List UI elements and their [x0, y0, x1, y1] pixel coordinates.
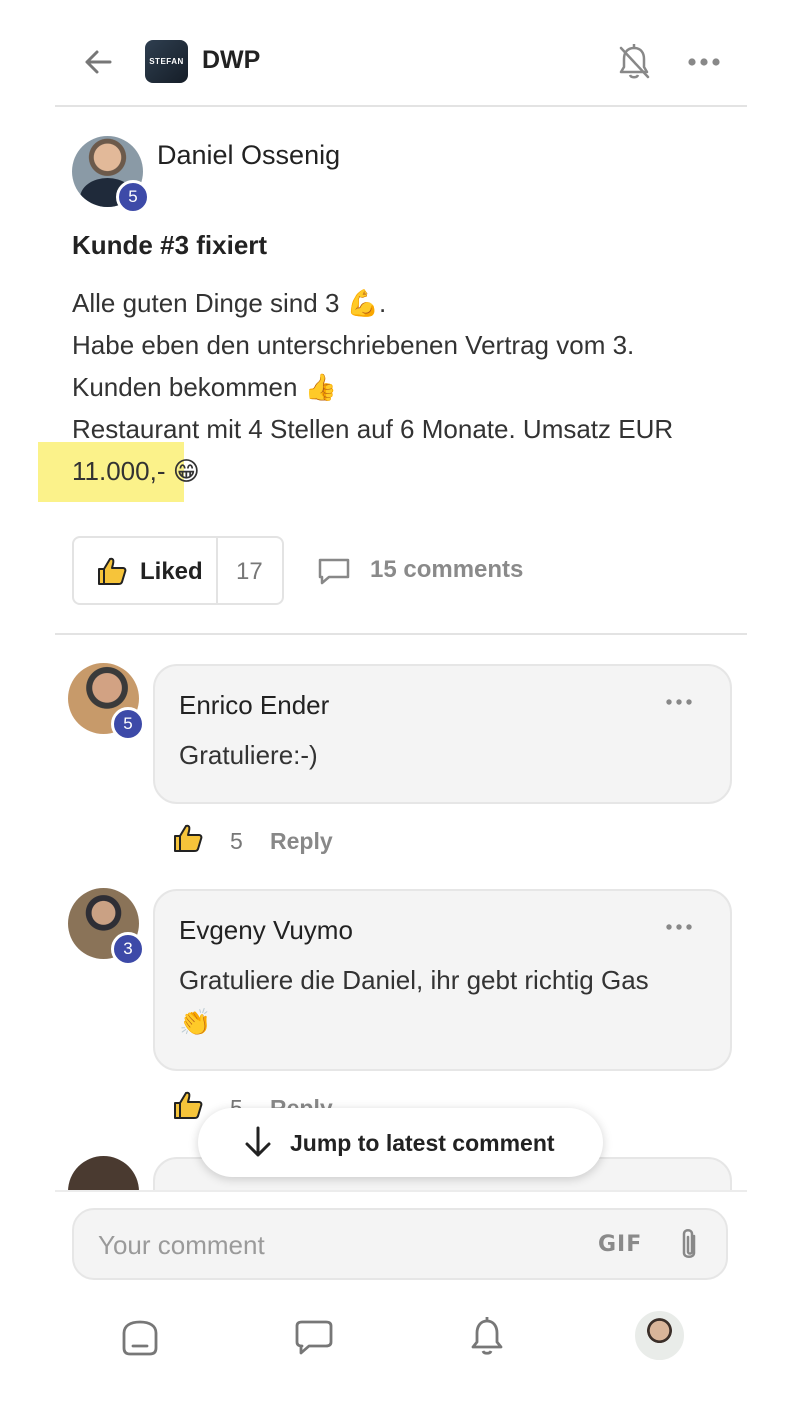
author-name[interactable]: Daniel Ossenig [157, 140, 340, 171]
post-body-line: Restaurant mit 4 Stellen auf 6 Monate. U… [72, 414, 674, 444]
gif-button[interactable]: GIF [598, 1232, 642, 1257]
commenter-level-badge: 3 [111, 932, 145, 966]
paperclip-icon[interactable] [674, 1226, 704, 1264]
post-body-line: 11.000,- 😁 [72, 456, 200, 486]
reply-button[interactable]: Reply [270, 828, 333, 855]
comment-like-count[interactable]: 5 [230, 828, 243, 855]
jump-label: Jump to latest comment [290, 1130, 555, 1156]
post-body: Alle guten Dinge sind 3 💪. Habe eben den… [72, 282, 752, 492]
thumbs-up-icon [98, 557, 127, 585]
profile-avatar[interactable] [633, 1309, 686, 1362]
group-logo-text: STEFAN [149, 57, 184, 66]
group-logo[interactable]: STEFAN [145, 40, 188, 83]
comment-input[interactable] [98, 1230, 498, 1260]
post-body-line: Alle guten Dinge sind 3 💪. [72, 288, 387, 318]
group-name[interactable]: DWP [202, 46, 260, 75]
thumbs-up-icon[interactable] [172, 822, 204, 854]
comment-text: Gratuliere:-) [179, 740, 318, 770]
post-body-line: Kunden bekommen 👍 [72, 372, 338, 402]
like-label: Liked [140, 558, 203, 585]
post-title: Kunde #3 fixiert [72, 230, 268, 260]
comment-text: Gratuliere die Daniel, ihr gebt richtig … [179, 959, 709, 1043]
comment-bubble: Enrico Ender Gratuliere:-) [153, 664, 732, 804]
bottom-navigation [0, 1300, 800, 1422]
more-horizontal-icon[interactable] [664, 921, 694, 933]
chat-icon[interactable] [292, 1316, 336, 1360]
comments-count[interactable]: 15 comments [370, 556, 523, 584]
post-divider [55, 633, 747, 635]
commenter-level-badge: 5 [111, 707, 145, 741]
like-button[interactable]: Liked [74, 538, 218, 603]
comment-bubble: Evgeny Vuymo Gratuliere die Daniel, ihr … [153, 889, 732, 1071]
comment-text-line: Gratuliere die Daniel, ihr gebt richtig … [179, 965, 649, 995]
like-count[interactable]: 17 [236, 558, 263, 586]
arrow-down-icon [245, 1126, 271, 1157]
more-horizontal-icon[interactable] [683, 44, 725, 80]
like-control: Liked 17 [72, 536, 284, 605]
jump-to-latest-button[interactable]: Jump to latest comment [198, 1108, 603, 1177]
comment-text-line: 👏 [179, 1007, 212, 1037]
bell-off-icon[interactable] [615, 42, 653, 82]
header-divider [55, 105, 747, 107]
author-level-badge: 5 [116, 180, 150, 214]
comment-composer: GIF [72, 1208, 728, 1280]
top-app-bar: STEFAN DWP [0, 0, 800, 108]
arrow-left-icon[interactable] [78, 42, 118, 82]
thumbs-up-icon[interactable] [172, 1089, 204, 1121]
more-horizontal-icon[interactable] [664, 696, 694, 708]
home-icon[interactable] [118, 1316, 162, 1360]
commenter-name[interactable]: Evgeny Vuymo [179, 915, 353, 946]
composer-divider [55, 1190, 747, 1192]
post-body-line: Habe eben den unterschriebenen Vertrag v… [72, 330, 635, 360]
bell-icon[interactable] [465, 1314, 509, 1358]
commenter-name[interactable]: Enrico Ender [179, 690, 329, 721]
comment-icon[interactable] [317, 556, 351, 586]
